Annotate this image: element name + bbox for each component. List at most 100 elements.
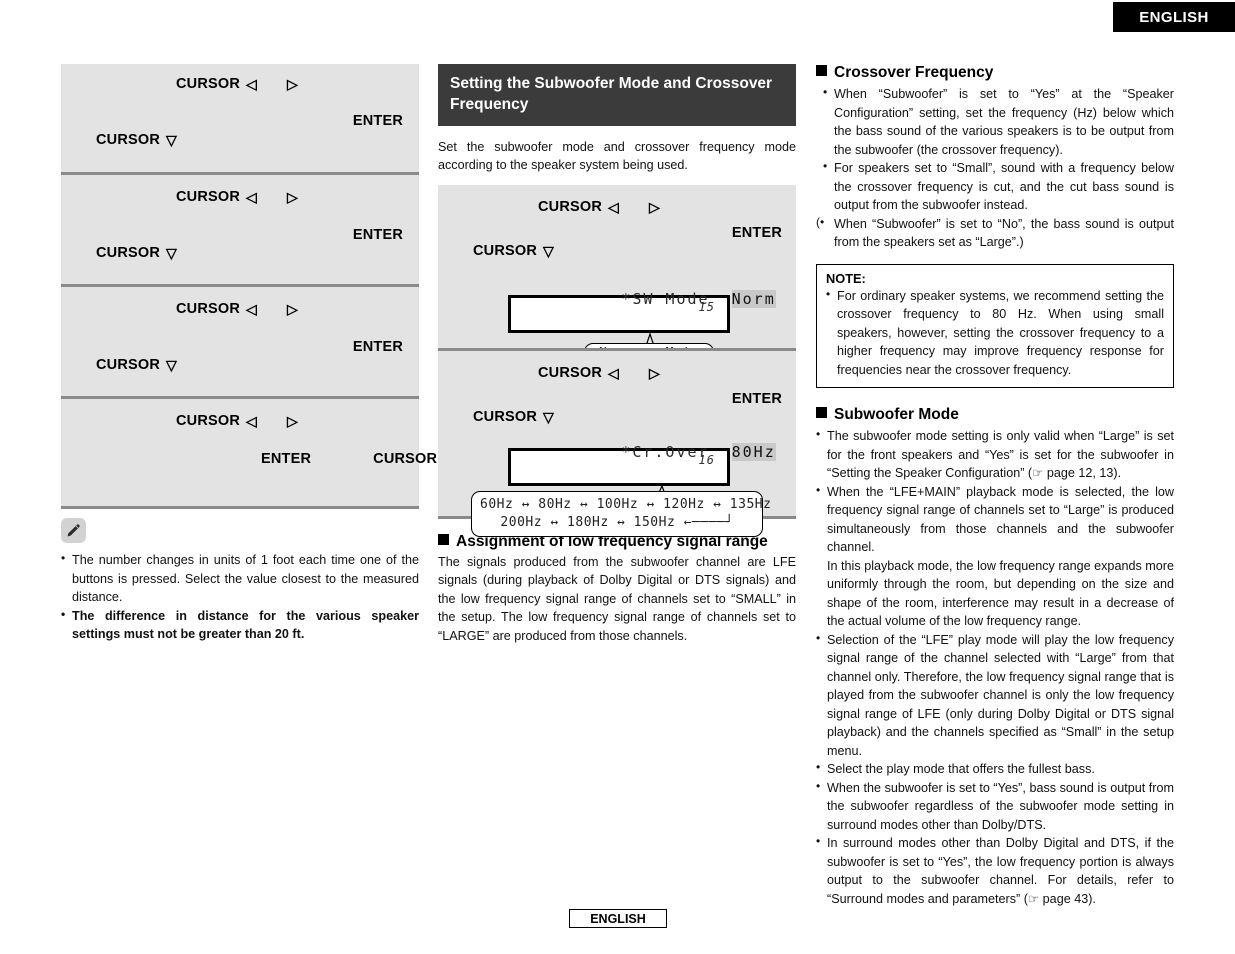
cursor-right-icon[interactable]: ▷ — [649, 366, 660, 380]
language-tab-top: ENGLISH — [1113, 2, 1235, 32]
cursor-left-icon[interactable]: ◁ — [246, 414, 257, 428]
subwoofer-mode-bullet-list: The subwoofer mode setting is only valid… — [816, 426, 1174, 908]
sw-bullet-2: When the “LFE+MAIN” playback mode is sel… — [816, 482, 1174, 557]
right-column: Crossover Frequency When “Subwoofer” is … — [816, 64, 1174, 908]
cursor-right-icon[interactable]: ▷ — [287, 77, 298, 91]
section-header-subwoofer-mode: Setting the Subwoofer Mode and Crossover… — [438, 64, 796, 126]
cursor-down-icon[interactable]: ▽ — [543, 410, 554, 424]
sw-bullet-5: Select the play mode that offers the ful… — [816, 759, 1174, 779]
square-bullet-icon — [816, 407, 827, 418]
subwoofer-mode-heading-label: Subwoofer Mode — [834, 406, 959, 423]
cursor-left-icon[interactable]: ◁ — [608, 200, 619, 214]
step2-cursor-down[interactable]: CURSOR ▽ — [96, 245, 177, 261]
options-row-2: 200Hz ↔ 180Hz ↔ 150Hz ←────┘ — [500, 514, 734, 530]
cursor-right-icon[interactable]: ▷ — [287, 414, 298, 428]
cursor-right-icon[interactable]: ▷ — [287, 302, 298, 316]
cursor-down-icon[interactable]: ▽ — [166, 133, 177, 147]
section-intro-text: Set the subwoofer mode and crossover fre… — [438, 139, 796, 173]
step4-cursor-down-label: CURSOR — [373, 451, 438, 467]
language-tab-top-label: ENGLISH — [1139, 8, 1209, 26]
subwoofer-mode-heading: Subwoofer Mode — [816, 406, 1174, 424]
mid2-cursor-lr[interactable]: CURSOR ◁ ▷ — [538, 365, 660, 381]
sw-bullet-1: The subwoofer mode setting is only valid… — [816, 426, 1174, 483]
crossover-heading-label: Crossover Frequency — [834, 64, 994, 81]
mid-step-panel-1: CURSOR ◁ ▷ ENTER CURSOR ▽ 15 *SW Mode No… — [438, 184, 796, 365]
step-panel-3: CURSOR ◁ ▷ ENTER CURSOR ▽ — [61, 284, 419, 396]
crossover-bullet-2: For speakers set to “Small”, sound with … — [823, 158, 1174, 215]
note-badge-wrap — [61, 518, 419, 543]
step2-enter-label: ENTER — [352, 227, 403, 243]
left-note-1: The number changes in units of 1 foot ea… — [61, 550, 419, 607]
middle-step-panels: CURSOR ◁ ▷ ENTER CURSOR ▽ 15 *SW Mode No… — [438, 184, 796, 537]
lcd-text-line: *SW Mode Norm — [511, 272, 776, 326]
cursor-right-icon[interactable]: ▷ — [649, 200, 660, 214]
sw-bullet-3: In this playback mode, the low frequency… — [827, 558, 1174, 629]
mid1-cursor-down-label: CURSOR — [473, 242, 538, 259]
assignment-text: The signals produced from the subwoofer … — [438, 554, 796, 643]
lcd-value: 80Hz — [731, 442, 776, 461]
cursor-left-icon[interactable]: ◁ — [246, 77, 257, 91]
mid2-enter[interactable]: ENTER — [732, 391, 782, 407]
mid1-cursor-down[interactable]: CURSOR ▽ — [473, 243, 554, 259]
mid2-cursor-down[interactable]: CURSOR ▽ — [473, 409, 554, 425]
left-column: CURSOR ◁ ▷ ENTER CURSOR ▽ CURSOR ◁ ▷ ENT… — [61, 64, 470, 644]
step1-cursor-down-label: CURSOR — [96, 132, 161, 148]
step1-enter-label: ENTER — [352, 113, 403, 129]
cursor-down-icon[interactable]: ▽ — [166, 358, 177, 372]
step4-cursor-lr[interactable]: CURSOR ◁ ▷ — [176, 413, 298, 429]
sw-bullet-4: Selection of the “LFE” play mode will pl… — [816, 630, 1174, 761]
step1-cursor-down[interactable]: CURSOR ▽ — [96, 132, 177, 148]
step3-cursor-down-label: CURSOR — [96, 357, 161, 373]
left-notes-list: The number changes in units of 1 foot ea… — [61, 550, 419, 644]
mid1-enter-label: ENTER — [731, 224, 782, 241]
mid1-cursor-lr[interactable]: CURSOR ◁ ▷ — [538, 199, 660, 215]
step2-cursor-lr[interactable]: CURSOR ◁ ▷ — [176, 189, 298, 205]
step2-cursor-label: CURSOR — [176, 189, 241, 205]
mid-step-panel-2: CURSOR ◁ ▷ ENTER CURSOR ▽ 16 *Cr.Over 80… — [438, 347, 796, 537]
cursor-right-icon[interactable]: ▷ — [287, 190, 298, 204]
step3-cursor-down[interactable]: CURSOR ▽ — [96, 357, 177, 373]
middle-column: Setting the Subwoofer Mode and Crossover… — [438, 64, 796, 645]
step-panel-4: CURSOR ◁ ▷ ENTER CURSOR ▽ — [61, 396, 470, 506]
mid2-cursor-down-label: CURSOR — [473, 408, 538, 425]
cursor-down-icon[interactable]: ▽ — [166, 246, 177, 260]
note-bullet-1: For ordinary speaker systems, we recomme… — [826, 286, 1164, 380]
step-panel-2: CURSOR ◁ ▷ ENTER CURSOR ▽ — [61, 172, 419, 284]
crossover-heading: Crossover Frequency — [816, 64, 1174, 82]
cursor-left-icon[interactable]: ◁ — [608, 366, 619, 380]
lcd-display-sw-mode: 15 *SW Mode Norm — [508, 289, 776, 333]
note-title: NOTE: — [826, 270, 866, 286]
options-bubble-crossover: 60Hz ↔ 80Hz ↔ 100Hz ↔ 120Hz ↔ 135Hz 200H… — [471, 490, 772, 537]
step2-cursor-down-label: CURSOR — [96, 245, 161, 261]
step3-cursor-label: CURSOR — [176, 301, 241, 317]
step3-enter[interactable]: ENTER — [353, 339, 403, 355]
mid1-enter[interactable]: ENTER — [732, 225, 782, 241]
language-tab-bottom: ENGLISH — [569, 909, 667, 928]
note-bullet-list: For ordinary speaker systems, we recomme… — [826, 286, 1164, 380]
options-row-1: 60Hz ↔ 80Hz ↔ 100Hz ↔ 120Hz ↔ 135Hz — [480, 497, 772, 513]
step3-cursor-lr[interactable]: CURSOR ◁ ▷ — [176, 301, 298, 317]
lcd-label: *Cr.Over — [621, 442, 710, 461]
cursor-left-icon[interactable]: ◁ — [246, 190, 257, 204]
step2-enter[interactable]: ENTER — [353, 227, 403, 243]
mid2-enter-label: ENTER — [731, 390, 782, 407]
note-box: NOTE: For ordinary speaker systems, we r… — [816, 263, 1174, 388]
language-tab-bottom-label: ENGLISH — [590, 911, 646, 926]
cursor-left-icon[interactable]: ◁ — [246, 302, 257, 316]
crossover-bullet-3: When “Subwoofer” is set to “No”, the bas… — [816, 214, 1174, 252]
crossover-bullet-list: When “Subwoofer” is set to “Yes” at the … — [816, 84, 1174, 252]
section-header-title: Setting the Subwoofer Mode and Crossover… — [450, 75, 773, 114]
square-bullet-icon — [816, 65, 827, 76]
step4-cursor-label: CURSOR — [176, 413, 241, 429]
step1-cursor-lr[interactable]: CURSOR ◁ ▷ — [176, 76, 298, 92]
lcd-value: Norm — [731, 289, 776, 308]
lcd-label: *SW Mode — [621, 289, 710, 308]
left-note-2: The difference in distance for the vario… — [61, 606, 419, 644]
left-step-panels: CURSOR ◁ ▷ ENTER CURSOR ▽ CURSOR ◁ ▷ ENT… — [61, 64, 470, 509]
pencil-icon — [61, 518, 86, 543]
cursor-down-icon[interactable]: ▽ — [543, 244, 554, 258]
lcd-text-line: *Cr.Over 80Hz — [511, 425, 776, 479]
crossover-bullet-1: When “Subwoofer” is set to “Yes” at the … — [823, 84, 1174, 159]
step1-enter[interactable]: ENTER — [353, 113, 403, 129]
assignment-section: Assignment of low frequency signal range… — [438, 533, 796, 646]
